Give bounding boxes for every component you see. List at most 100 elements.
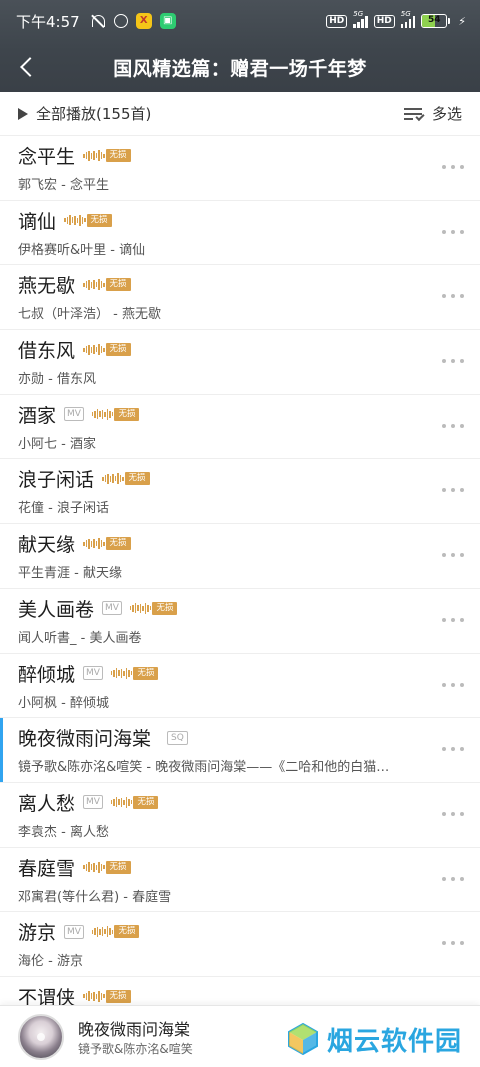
more-options-icon[interactable] (442, 680, 464, 690)
more-options-icon[interactable] (442, 485, 464, 495)
soundwave-icon (83, 860, 105, 875)
song-title: 离人愁 (18, 792, 76, 815)
song-row[interactable]: 美人画卷 MV 无损闻人听書_ - 美人画卷 (0, 589, 480, 654)
soundwave-icon (110, 666, 133, 681)
lossless-badge: 无损 (110, 666, 159, 681)
lossless-badge: 无损 (91, 924, 140, 939)
lossless-label: 无损 (133, 795, 159, 809)
signal-icon: 5G (353, 10, 368, 28)
status-right: HD 5G HD 5G 54 ⚡ (326, 10, 466, 28)
soundwave-icon (83, 989, 105, 1004)
more-options-icon[interactable] (442, 356, 464, 366)
more-options-icon[interactable] (442, 615, 464, 625)
song-row[interactable]: 献天缘 无损 平生青涯 - 献天缘 (0, 524, 480, 589)
song-row[interactable]: 浪子闲话 无损 花僮 - 浪子闲话 (0, 459, 480, 525)
song-title-line: 晚夜微雨问海棠 SQ (18, 724, 188, 751)
song-title-line: 离人愁 MV 无损 (18, 789, 159, 816)
lossless-label: 无损 (105, 860, 131, 874)
hd-icon: HD (326, 14, 348, 28)
song-title: 美人画卷 (18, 598, 95, 621)
song-title: 春庭雪 (18, 857, 76, 880)
soundwave-icon (91, 407, 114, 422)
more-options-icon[interactable] (442, 421, 464, 431)
soundwave-icon (91, 924, 114, 939)
header: 下午4:57 X ▣ HD 5G HD 5G 54 ⚡ 国风精选篇：赠君一场千年… (0, 0, 480, 92)
mv-badge[interactable]: MV (64, 407, 84, 422)
song-count: (155首) (96, 105, 152, 123)
song-title-line: 献天缘 无损 (18, 530, 131, 557)
soundwave-icon (129, 601, 152, 616)
more-options-icon[interactable] (442, 550, 464, 560)
lossless-label: 无损 (114, 407, 140, 421)
multi-select-button[interactable]: 多选 (403, 103, 462, 124)
song-artist-album: 小阿枫 - 醉倾城 (18, 695, 109, 711)
status-bar: 下午4:57 X ▣ HD 5G HD 5G 54 ⚡ (0, 0, 480, 42)
song-title: 游京 (18, 922, 57, 945)
album-cover[interactable] (18, 1014, 64, 1060)
alarm-icon (113, 14, 128, 28)
lossless-badge: 无损 (83, 148, 131, 163)
song-list-container[interactable]: 全部播放 (155首) 多选 念平生 无损 郭飞宏 - 念平生 谪仙 无损 伊格赛听&叶里… (0, 92, 480, 1005)
song-artist-album: 镜予歌&陈亦洺&喧笑 - 晚夜微雨问海棠——《二哈和他的白猫… (18, 760, 390, 776)
song-artist-album: 亦勋 - 借东风 (18, 372, 96, 388)
song-artist-album: 李袁杰 - 离人愁 (18, 824, 109, 840)
lossless-label: 无损 (105, 537, 131, 551)
sq-badge: SQ (167, 730, 188, 745)
mv-badge[interactable]: MV (64, 924, 84, 939)
song-row[interactable]: 不谓侠 无损 (0, 977, 480, 1005)
multi-select-icon (403, 106, 425, 122)
lossless-badge: 无损 (110, 795, 159, 810)
lossless-badge: 无损 (83, 860, 131, 875)
more-options-icon[interactable] (442, 227, 464, 237)
song-row[interactable]: 谪仙 无损 伊格赛听&叶里 - 谪仙 (0, 201, 480, 266)
multi-select-label: 多选 (431, 105, 462, 123)
song-row[interactable]: 春庭雪 无损邓寓君(等什么君) - 春庭雪 (0, 848, 480, 913)
lossless-badge: 无损 (83, 536, 131, 551)
song-row[interactable]: 借东风 无损 亦勋 - 借东风 (0, 330, 480, 395)
lossless-label: 无损 (152, 601, 178, 615)
lossless-label: 无损 (105, 278, 131, 292)
more-options-icon[interactable] (442, 744, 464, 754)
more-options-icon[interactable] (442, 874, 464, 884)
hd-icon: HD (373, 14, 395, 28)
song-row[interactable]: 念平生 无损郭飞宏 - 念平生 (0, 136, 480, 201)
lossless-label: 无损 (124, 472, 150, 486)
song-title: 念平生 (18, 146, 76, 168)
play-all-button[interactable]: 全部播放 (36, 103, 96, 124)
soundwave-icon (83, 536, 105, 551)
song-title-line: 春庭雪 无损 (18, 854, 131, 881)
app-notification-icon: X (135, 13, 152, 29)
song-artist-album: 郭飞宏 - 念平生 (18, 178, 109, 193)
more-options-icon[interactable] (442, 291, 464, 301)
song-artist-album: 邓寓君(等什么君) - 春庭雪 (18, 889, 172, 905)
song-row[interactable]: 燕无歇 无损 七叔（叶泽浩） - 燕无歇 (0, 265, 480, 331)
watermark-logo-icon (288, 1022, 318, 1056)
lossless-label: 无损 (86, 213, 112, 227)
more-options-icon[interactable] (442, 938, 464, 948)
now-playing-title: 晚夜微雨问海棠 (78, 1020, 191, 1039)
more-options-icon[interactable] (442, 809, 464, 819)
song-row[interactable]: 离人愁 MV 无损李袁杰 - 离人愁 (0, 783, 480, 848)
song-row[interactable]: 晚夜微雨问海棠 SQ 镜予歌&陈亦洺&喧笑 - 晚夜微雨问海棠——《二哈和他的白猫… (0, 718, 480, 783)
song-title-line: 燕无歇 无损 (18, 271, 131, 298)
back-button[interactable] (14, 54, 40, 80)
song-row[interactable]: 游京 MV 无损海伦 - 游京 (0, 912, 480, 977)
song-row[interactable]: 醉倾城 MV 无损 小阿枫 - 醉倾城 (0, 654, 480, 719)
mv-badge[interactable]: MV (83, 795, 103, 810)
song-artist-album: 闻人听書_ - 美人画卷 (18, 630, 142, 646)
mv-badge[interactable]: MV (83, 666, 103, 680)
song-title-line: 念平生 无损 (18, 142, 131, 169)
more-options-icon[interactable] (442, 162, 464, 172)
song-title: 谪仙 (18, 210, 57, 233)
battery-icon: 54 (421, 14, 451, 28)
song-row[interactable]: 酒家 MV 无损 小阿七 - 酒家 (0, 395, 480, 460)
mv-badge[interactable]: MV (102, 601, 122, 616)
lossless-label: 无损 (114, 925, 140, 939)
play-icon[interactable] (18, 107, 28, 120)
song-title: 不谓侠 (18, 986, 76, 1005)
song-title-line: 醉倾城 MV 无损 (18, 660, 159, 687)
lossless-badge: 无损 (129, 601, 178, 616)
song-artist-album: 小阿七 - 酒家 (18, 436, 96, 452)
song-title-line: 不谓侠 无损 (18, 983, 131, 1005)
song-artist-album: 海伦 - 游京 (18, 954, 83, 970)
